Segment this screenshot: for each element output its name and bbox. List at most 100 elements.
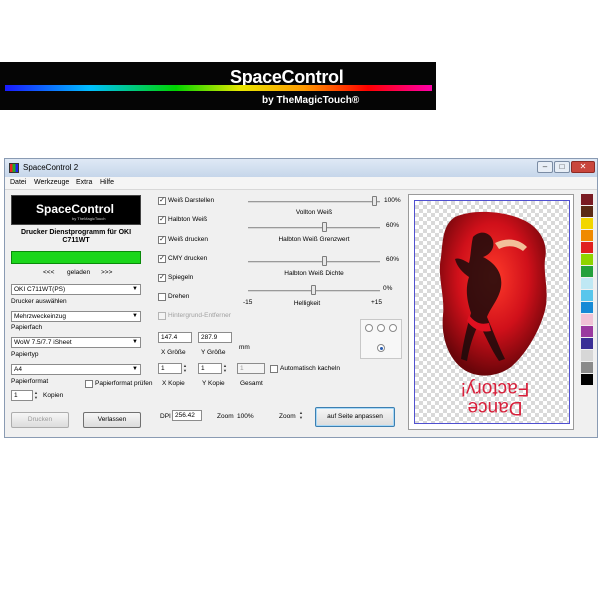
auto-tile-checkbox[interactable] <box>270 365 278 373</box>
print-button[interactable]: Drucken <box>11 412 69 428</box>
color-swatch[interactable] <box>581 362 593 374</box>
copies-spinner[interactable]: ▲ ▼ <box>33 390 39 401</box>
menu-werkzeuge[interactable]: Werkzeuge <box>34 179 69 186</box>
brightness-slider[interactable] <box>311 285 316 295</box>
white-show-checkbox[interactable]: ✓ <box>158 197 166 205</box>
preview-text-line-1: Dance <box>467 397 523 418</box>
printer-utility-label: Drucker Dienstprogramm für OKI C711WT <box>20 229 132 244</box>
full-white-slider-track <box>248 201 380 203</box>
banner-subtitle: by TheMagicTouch® <box>262 95 360 106</box>
paper-type-label: Papiertyp <box>11 351 39 358</box>
copies-input[interactable]: 1 <box>11 390 33 401</box>
align-bottom-center-radio[interactable] <box>377 344 385 352</box>
y-copies-spinner[interactable]: ▲ ▼ <box>222 363 228 374</box>
menu-datei[interactable]: Datei <box>10 179 26 186</box>
dpi-label: DPI <box>160 413 171 420</box>
white-print-checkbox[interactable]: ✓ <box>158 236 166 244</box>
halftone-limit-value: 60% <box>386 222 400 229</box>
color-swatch[interactable] <box>581 194 593 206</box>
x-copies-label: X Kopie <box>162 380 185 387</box>
paper-type-select[interactable]: WoW 7.5/7.7 iSheet ▼ <box>11 337 141 348</box>
y-size-input[interactable]: 287.9 <box>198 332 232 343</box>
paper-type-value: WoW 7.5/7.7 iSheet <box>14 339 72 346</box>
close-button[interactable]: ✕ <box>571 161 595 173</box>
color-swatch[interactable] <box>581 350 593 362</box>
zoom-label: Zoom <box>217 413 234 420</box>
chevron-down-icon: ▼ <box>132 313 138 319</box>
color-swatch[interactable] <box>581 266 593 278</box>
title-bar[interactable]: SpaceControl 2 – □ ✕ <box>5 159 597 177</box>
menu-hilfe[interactable]: Hilfe <box>100 179 114 186</box>
check-format-label: Papierformat prüfen <box>95 380 153 387</box>
color-swatch[interactable] <box>581 218 593 230</box>
paper-format-label: Papierformat <box>11 378 49 385</box>
full-white-label: Vollton Weiß <box>295 209 333 216</box>
window-title: SpaceControl 2 <box>23 163 79 172</box>
halftone-density-value: 60% <box>386 256 400 263</box>
check-format-checkbox[interactable] <box>85 380 93 388</box>
alignment-radio-group <box>360 319 402 359</box>
minimize-button[interactable]: – <box>537 161 553 173</box>
cmy-print-label: CMY drucken <box>168 255 208 262</box>
fit-to-page-button[interactable]: auf Seite anpassen <box>315 407 395 427</box>
halftone-limit-label: Halbton Weiß Grenzwert <box>278 236 350 243</box>
color-swatch[interactable] <box>581 254 593 266</box>
color-swatch[interactable] <box>581 374 593 386</box>
chevron-down-icon: ▼ <box>132 366 138 372</box>
quit-button[interactable]: Verlassen <box>83 412 141 428</box>
preview-page: Dance Factory! <box>414 200 570 424</box>
rotate-checkbox[interactable] <box>158 293 166 301</box>
rotate-label: Drehen <box>168 293 190 300</box>
brightness-label: Helligkeit <box>293 300 321 307</box>
y-size-label: Y Größe <box>201 349 226 356</box>
mirror-label: Spiegeln <box>168 274 194 281</box>
color-swatch[interactable] <box>581 290 593 302</box>
halftone-white-checkbox[interactable]: ✓ <box>158 216 166 224</box>
paper-format-value: A4 <box>14 366 22 373</box>
align-right-radio[interactable] <box>389 324 397 332</box>
maximize-button[interactable]: □ <box>554 161 570 173</box>
align-left-radio[interactable] <box>365 324 373 332</box>
bg-remover-label: Hintergrund-Entferner <box>168 312 231 319</box>
halftone-limit-slider[interactable] <box>322 222 327 232</box>
mirror-checkbox[interactable]: ✓ <box>158 274 166 282</box>
color-swatch[interactable] <box>581 242 593 254</box>
color-swatch[interactable] <box>581 302 593 314</box>
total-input: 1 <box>237 363 265 374</box>
logo-title: SpaceControl <box>36 202 115 216</box>
color-swatch[interactable] <box>581 338 593 350</box>
color-swatch[interactable] <box>581 278 593 290</box>
bg-remover-checkbox[interactable] <box>158 312 166 320</box>
dance-factory-text: Dance Factory! <box>435 378 555 418</box>
halftone-density-slider-track <box>248 261 380 263</box>
halftone-density-slider[interactable] <box>322 256 327 266</box>
printer-select-value: OKI C711WT(PS) <box>14 286 66 293</box>
x-copies-spinner[interactable]: ▲ ▼ <box>182 363 188 374</box>
menu-bar: Datei Werkzeuge Extra Hilfe <box>5 177 597 190</box>
color-swatch[interactable] <box>581 206 593 218</box>
full-white-value: 100% <box>384 197 401 204</box>
preview-text-line-2: Factory! <box>460 378 530 399</box>
x-copies-input[interactable]: 1 <box>158 363 182 374</box>
app-logo: SpaceControl by TheMagicTouch <box>11 195 141 225</box>
next-printer-button[interactable]: >>> <box>101 269 112 276</box>
print-preview[interactable]: Dance Factory! <box>408 194 574 430</box>
zoom-spinner[interactable]: ▲ ▼ <box>298 410 304 421</box>
menu-extra[interactable]: Extra <box>76 179 92 186</box>
full-white-slider[interactable] <box>372 196 377 206</box>
color-swatch[interactable] <box>581 326 593 338</box>
tray-select[interactable]: Mehrzweckeinzug ▼ <box>11 311 141 322</box>
align-center-radio[interactable] <box>377 324 385 332</box>
x-size-input[interactable]: 147.4 <box>158 332 192 343</box>
paper-format-select[interactable]: A4 ▼ <box>11 364 141 375</box>
tray-select-value: Mehrzweckeinzug <box>14 313 67 320</box>
halftone-white-label: Halbton Weiß <box>168 216 208 223</box>
prev-printer-button[interactable]: <<< <box>43 269 54 276</box>
color-swatch[interactable] <box>581 230 593 242</box>
printer-select[interactable]: OKI C711WT(PS) ▼ <box>11 284 141 295</box>
app-icon <box>9 163 19 173</box>
color-swatch[interactable] <box>581 314 593 326</box>
brightness-value: 0% <box>383 285 393 292</box>
y-copies-input[interactable]: 1 <box>198 363 222 374</box>
cmy-print-checkbox[interactable]: ✓ <box>158 255 166 263</box>
